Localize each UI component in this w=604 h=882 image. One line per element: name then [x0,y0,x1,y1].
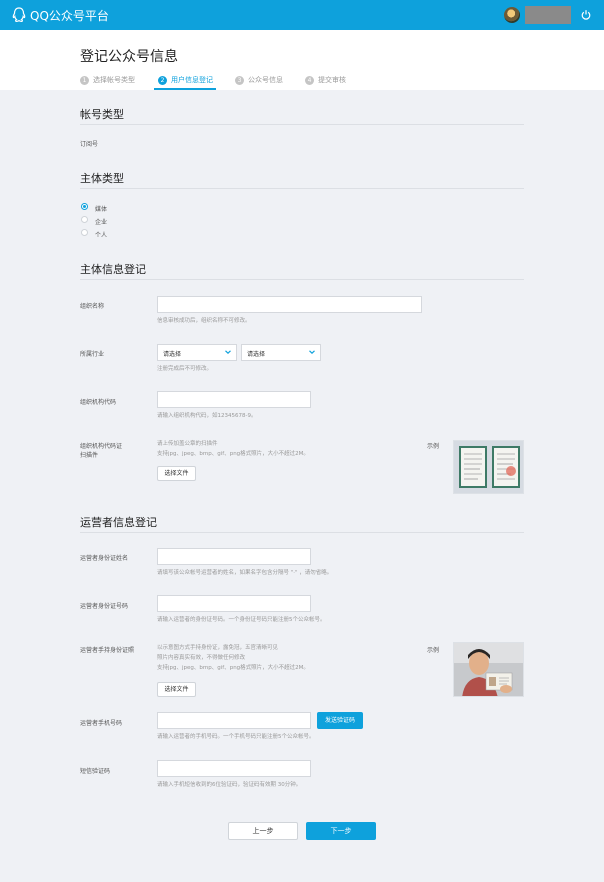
sms-code-label: 短信验证码 [80,768,111,775]
industry-help: 注册完成后不可修改。 [157,366,213,372]
step-label: 用户信息登记 [171,76,213,84]
operator-photo-label: 运营者手持身份证照 [80,647,135,654]
radio-label-media: 媒体 [95,206,108,213]
chevron-down-icon [225,350,231,355]
operator-name-label: 运营者身份证姓名 [80,555,129,562]
org-code-input[interactable] [157,391,311,408]
operator-name-help: 请填写该公众帐号运营者的姓名，如果名字包含分隔号 "·" ，请勿省略。 [157,570,333,576]
operator-phone-input[interactable] [157,712,311,729]
section-title-subject-type: 主体类型 [80,172,124,185]
radio-enterprise[interactable] [81,216,88,223]
step-number: 1 [80,75,89,85]
step-4: 4 提交审核 [305,75,346,85]
sms-code-input[interactable] [157,760,311,777]
org-scan-help-2: 支持jpg、jpeg、bmp、gif、png格式照片，大小不超过2M。 [157,451,309,457]
step-2: 2 用户信息登记 [158,75,213,85]
operator-id-label: 运营者身份证号码 [80,603,129,610]
radio-label-enterprise: 企业 [95,219,108,226]
power-icon[interactable] [580,9,592,21]
active-step-indicator [154,88,216,90]
industry-select-primary[interactable]: 请选择 [157,344,237,361]
org-name-help: 信息审核成功后，组织名称不可修改。 [157,318,251,324]
select-value: 请选择 [163,351,182,358]
divider [80,124,524,125]
org-certificate-sample-image [453,440,524,494]
handheld-id-sample-photo [453,642,524,697]
step-label: 公众号信息 [248,76,283,84]
operator-phone-help: 请输入运营者的手机号码。一个手机号码只能注册5个公众帐号。 [157,734,315,740]
divider [80,279,524,280]
divider [80,188,524,189]
section-title-account-type: 帐号类型 [80,108,124,121]
operator-name-input[interactable] [157,548,311,565]
operator-id-help: 请输入运营者的身份证号码。一个身份证号码只能注册5个公众帐号。 [157,617,326,623]
person-holding-id-illustration [454,643,523,696]
step-number: 2 [158,75,167,85]
org-code-help: 请输入组织机构代码，如12345678-9。 [157,413,257,419]
step-label: 提交审核 [318,76,346,84]
next-step-button[interactable]: 下一步 [306,822,376,840]
org-scan-choose-file-button[interactable]: 选择文件 [157,466,196,481]
account-type-value: 订阅号 [80,141,99,148]
sample-label: 示例 [427,443,440,450]
org-name-label: 组织名称 [80,303,105,310]
send-code-button[interactable]: 发送验证码 [317,712,363,729]
section-title-subject-info: 主体信息登记 [80,263,146,276]
step-3: 3 公众号信息 [235,75,283,85]
step-number: 3 [235,75,244,85]
top-bar: QQ公众号平台 [0,0,604,30]
operator-photo-help-2: 照片内容真实有效，不得做任何修改 [157,655,246,661]
operator-photo-help-3: 支持jpg、jpeg、bmp、gif、png格式照片，大小不超过2M。 [157,665,309,671]
industry-select-secondary[interactable]: 请选择 [241,344,321,361]
brand-name: QQ公众号平台 [30,9,109,23]
avatar[interactable] [504,7,520,23]
select-value: 请选择 [247,351,266,358]
chevron-down-icon [309,350,315,355]
radio-individual[interactable] [81,229,88,236]
org-scan-label: 组织机构代码证 [80,443,123,450]
operator-phone-label: 运营者手机号码 [80,720,123,727]
operator-photo-help-1: 以示意图方式手持身份证，露免冠，五官清晰可见 [157,645,279,651]
org-name-input[interactable] [157,296,422,313]
page-title: 登记公众号信息 [80,49,178,65]
org-code-label: 组织机构代码 [80,399,117,406]
username-redacted[interactable] [525,6,571,24]
org-scan-help-1: 请上传加盖公章的扫描件 [157,441,218,447]
certificate-illustration [454,441,523,493]
industry-label: 所属行业 [80,351,105,358]
prev-step-button[interactable]: 上一步 [228,822,298,840]
operator-photo-choose-file-button[interactable]: 选择文件 [157,682,196,697]
section-title-operator-info: 运营者信息登记 [80,516,157,529]
qq-logo-icon [12,7,26,22]
radio-media[interactable] [81,203,88,210]
sample-label: 示例 [427,647,440,654]
step-1: 1 选择帐号类型 [80,75,135,85]
operator-id-input[interactable] [157,595,311,612]
org-scan-label-2: 扫描件 [80,452,99,459]
radio-label-individual: 个人 [95,232,108,239]
step-number: 4 [305,75,314,85]
sms-code-help: 请输入手机短信收到的6位验证码，验证码有效期 30分钟。 [157,782,302,788]
divider [80,532,524,533]
step-label: 选择帐号类型 [93,76,135,84]
